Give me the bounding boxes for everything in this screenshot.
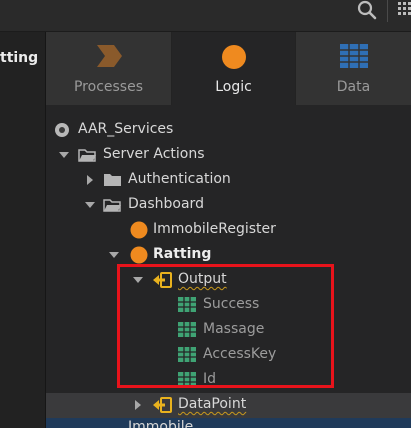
tab-processes-label: Processes [73,79,143,95]
tree-node-label: DataPoint [178,396,247,412]
tree-node-label: Immobile [128,419,194,428]
tree-node-output[interactable]: Output [46,268,411,293]
chevron-right-icon[interactable] [132,393,144,418]
tab-logic[interactable]: Logic [172,32,296,105]
output-parameter-icon [152,271,172,293]
data-grid-icon [339,44,368,72]
tree-node-label: Authentication [128,171,231,187]
chevron-down-icon[interactable] [84,193,96,218]
folder-open-icon [78,147,97,167]
tree-node-server-actions[interactable]: Server Actions [46,143,411,168]
tree-node-label: AAR_Services [78,121,174,137]
left-panel: tting [0,32,46,428]
process-chevron-icon [95,44,123,72]
attribute-grid-icon [178,322,196,341]
tab-bar: Processes Logic Data [46,32,411,105]
tab-data-label: Data [336,79,371,95]
chevron-right-icon[interactable] [84,168,96,193]
chevron-down-icon[interactable] [108,243,120,268]
tree-node-attribute[interactable]: AccessKey [46,343,411,368]
top-toolbar [0,0,411,32]
attribute-grid-icon [178,372,196,391]
server-action-icon [130,246,148,268]
left-panel-label: tting [0,50,39,66]
tree-node-root[interactable]: AAR_Services [46,118,411,143]
tree-node-label: AccessKey [203,346,277,362]
server-action-icon [130,221,148,243]
module-icon [54,122,70,142]
tab-logic-label: Logic [215,79,252,95]
grid-icon[interactable] [398,2,411,18]
folder-open-icon [103,197,122,217]
tree-node-attribute[interactable]: Success [46,293,411,318]
tree-node-immobile-register[interactable]: ImmobileRegister [46,218,411,243]
output-parameter-icon [152,396,172,418]
chevron-down-icon[interactable] [132,268,144,293]
tab-data[interactable]: Data [296,32,411,105]
tree-node-label: Dashboard [128,196,204,212]
tree-node-attribute[interactable]: Massage [46,318,411,343]
tree-node-attribute[interactable]: Id [46,368,411,393]
tree-node-dashboard[interactable]: Dashboard [46,193,411,218]
tree-node-label: Id [203,371,217,387]
attribute-grid-icon [178,347,196,366]
logic-tree: AAR_Services Server Actions Authenticati… [46,105,411,428]
tree-node-datapoint[interactable]: DataPoint [46,393,411,418]
tree-node-label: Massage [203,321,265,337]
tree-node-label: Ratting [153,246,212,262]
logic-circle-icon [221,44,247,74]
chevron-down-icon[interactable] [58,143,70,168]
tree-node-label: Output [178,271,227,287]
toolbar-divider [387,0,388,22]
folder-icon [103,172,122,192]
tree-node-label: Server Actions [103,146,205,162]
tree-node-label: ImmobileRegister [153,221,276,237]
tree-node-authentication[interactable]: Authentication [46,168,411,193]
tree-node-label: Success [203,296,260,312]
search-icon[interactable] [356,0,378,22]
tree-node-ratting[interactable]: Ratting [46,243,411,268]
attribute-grid-icon [178,297,196,316]
tab-processes[interactable]: Processes [46,32,172,105]
tree-node-immobile-partial[interactable]: Immobile [46,418,411,428]
